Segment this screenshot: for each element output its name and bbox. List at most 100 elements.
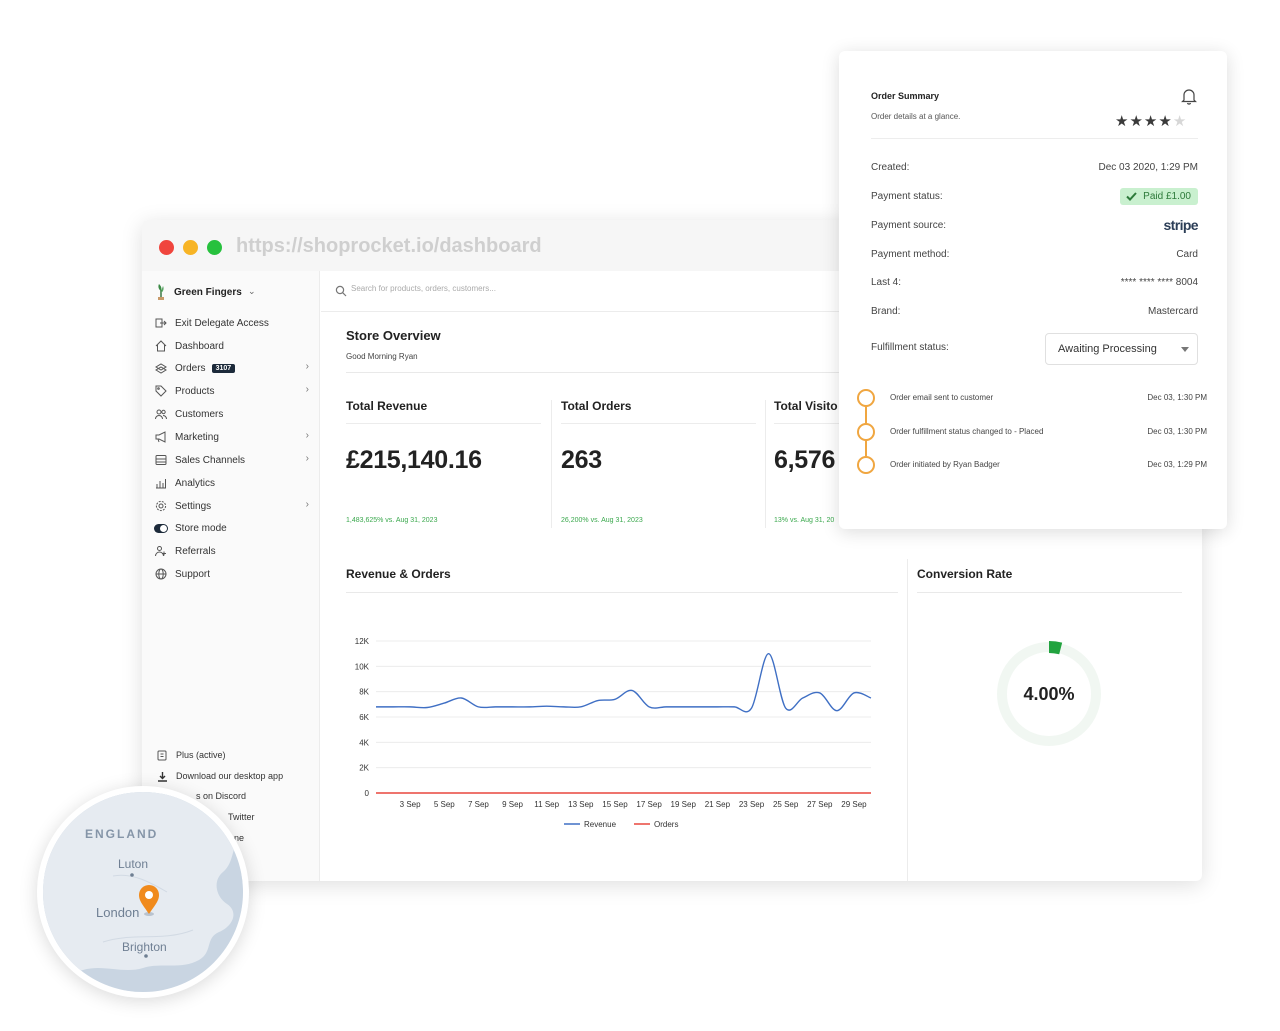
stat-card-orders: Total Orders 263 26,200% vs. Aug 31, 202…	[561, 399, 761, 524]
payment-status-badge: Paid £1.00	[1120, 188, 1198, 205]
stat-change: 13% vs. Aug 31, 20	[774, 517, 835, 524]
referral-icon	[154, 544, 168, 558]
maximize-window-button[interactable]	[207, 240, 222, 255]
sidebar-item-label: Referrals	[175, 545, 216, 557]
address-bar-url[interactable]: https://shoprocket.io/dashboard	[236, 235, 542, 258]
sidebar-item-settings[interactable]: Settings ›	[154, 497, 309, 515]
sidebar-item-label: Customers	[175, 408, 224, 420]
x-tick-label: 9 Sep	[502, 800, 523, 809]
caret-down-icon	[1181, 347, 1189, 352]
stat-title: Total Revenue	[346, 399, 428, 413]
sidebar-item-support[interactable]: Support	[154, 565, 309, 583]
sidebar-item-dashboard[interactable]: Dashboard	[154, 337, 309, 355]
brand-value: Mastercard	[1147, 306, 1198, 317]
location-map[interactable]: ENGLAND Luton London Brighton	[37, 786, 249, 998]
search-input[interactable]	[351, 284, 651, 293]
chevron-right-icon: ›	[305, 361, 309, 372]
star-empty-icon: ★	[1172, 113, 1188, 130]
twitter-link[interactable]: Twitter	[228, 812, 255, 822]
home-icon	[154, 339, 168, 353]
divider	[907, 559, 908, 881]
card-title: Order Summary	[871, 91, 940, 101]
plus-plan-link[interactable]: Plus (active)	[156, 749, 226, 761]
star-filled-icon: ★	[1143, 113, 1159, 130]
sidebar-item-label: Analytics	[175, 477, 216, 489]
order-summary-card: Order Summary Order details at a glance.…	[839, 51, 1227, 529]
stripe-logo: stripe	[1163, 217, 1198, 233]
analytics-icon	[154, 476, 168, 490]
x-tick-label: 21 Sep	[705, 800, 731, 809]
orders-count-badge: 3107	[211, 363, 236, 373]
divider	[346, 592, 898, 593]
legend-label: Orders	[654, 820, 678, 829]
sidebar-item-orders[interactable]: Orders 3107 ›	[154, 359, 309, 377]
sidebar-item-label: Products	[175, 385, 215, 397]
revenue-orders-title: Revenue & Orders	[346, 567, 451, 581]
timeline-event: Order fulfillment status changed to - Pl…	[890, 427, 1044, 436]
timeline-date: Dec 03, 1:30 PM	[1147, 393, 1207, 402]
conversion-rate-donut: 4.00%	[997, 641, 1101, 746]
discord-link[interactable]: s on Discord	[196, 791, 246, 801]
sidebar-item-marketing[interactable]: Marketing ›	[154, 428, 309, 446]
x-tick-label: 29 Sep	[841, 800, 867, 809]
download-app-link[interactable]: Download our desktop app	[156, 770, 283, 782]
x-tick-label: 17 Sep	[636, 800, 662, 809]
sidebar-item-customers[interactable]: Customers	[154, 405, 309, 423]
sidebar-item-label: Orders	[175, 362, 206, 374]
payment-method-value: Card	[1176, 249, 1198, 260]
y-tick-label: 0	[365, 789, 370, 798]
users-icon	[154, 407, 168, 421]
x-tick-label: 3 Sep	[400, 800, 421, 809]
exit-icon	[154, 316, 168, 330]
greeting-text: Good Morning Ryan	[346, 352, 418, 361]
channels-icon	[154, 453, 168, 467]
y-tick-label: 8K	[359, 688, 369, 697]
sidebar-item-products[interactable]: Products ›	[154, 382, 309, 400]
timeline-dot	[857, 423, 875, 441]
y-tick-label: 10K	[355, 662, 370, 671]
x-tick-label: 19 Sep	[671, 800, 697, 809]
chevron-down-icon[interactable]: ⌄	[248, 286, 256, 297]
sidebar-item-sales-channels[interactable]: Sales Channels ›	[154, 451, 309, 469]
stat-change: 26,200% vs. Aug 31, 2023	[561, 517, 643, 524]
bell-icon[interactable]	[1180, 87, 1198, 105]
sidebar-item-referrals[interactable]: Referrals	[154, 542, 309, 560]
created-label: Created:	[871, 162, 910, 173]
revenue-orders-chart: 0 2K 4K 6K 8K 10K 12K 3 Sep 5 Sep 7 Sep 9 Sep 11 Se…	[355, 637, 872, 829]
star-filled-icon: ★	[1115, 113, 1130, 130]
sidebar-item-label: Support	[175, 568, 211, 580]
map-region-label: ENGLAND	[85, 827, 158, 841]
sidebar-item-store-mode[interactable]: Store mode	[154, 519, 309, 537]
tag-icon	[154, 384, 168, 398]
sidebar-item-label: Marketing	[175, 431, 219, 443]
store-switcher[interactable]: Green Fingers	[174, 287, 242, 298]
donut-fill	[1048, 641, 1063, 655]
minimize-window-button[interactable]	[183, 240, 198, 255]
last4-label: Last 4:	[871, 277, 902, 288]
x-tick-label: 23 Sep	[739, 800, 765, 809]
x-tick-label: 11 Sep	[534, 800, 559, 809]
orders-icon	[154, 361, 168, 375]
divider	[765, 400, 766, 528]
stat-card-revenue: Total Revenue £215,140.16 1,483,625% vs.…	[346, 399, 546, 524]
toggle-icon[interactable]	[154, 521, 168, 535]
close-window-button[interactable]	[159, 240, 174, 255]
chevron-right-icon: ›	[305, 453, 309, 464]
y-tick-label: 4K	[359, 738, 369, 747]
card-subtitle: Order details at a glance.	[871, 112, 961, 121]
divider	[917, 592, 1182, 593]
plus-plan-icon	[156, 749, 168, 761]
fulfillment-status-select[interactable]: Awaiting Processing	[1045, 333, 1198, 365]
sidebar-item-label: Exit Delegate Access	[175, 317, 269, 329]
sidebar-item-label: Settings	[175, 500, 212, 512]
sidebar-item-exit-delegate[interactable]: Exit Delegate Access	[154, 314, 309, 332]
gear-icon	[154, 499, 168, 513]
sidebar-item-label: Store mode	[175, 522, 227, 534]
download-icon	[156, 770, 168, 782]
x-tick-label: 5 Sep	[434, 800, 455, 809]
conversion-rate-title: Conversion Rate	[917, 567, 1013, 581]
timeline-dot	[857, 389, 875, 407]
map-graphic: ENGLAND Luton London Brighton	[43, 792, 243, 992]
sidebar-item-analytics[interactable]: Analytics	[154, 474, 309, 492]
created-value: Dec 03 2020, 1:29 PM	[1098, 162, 1198, 173]
